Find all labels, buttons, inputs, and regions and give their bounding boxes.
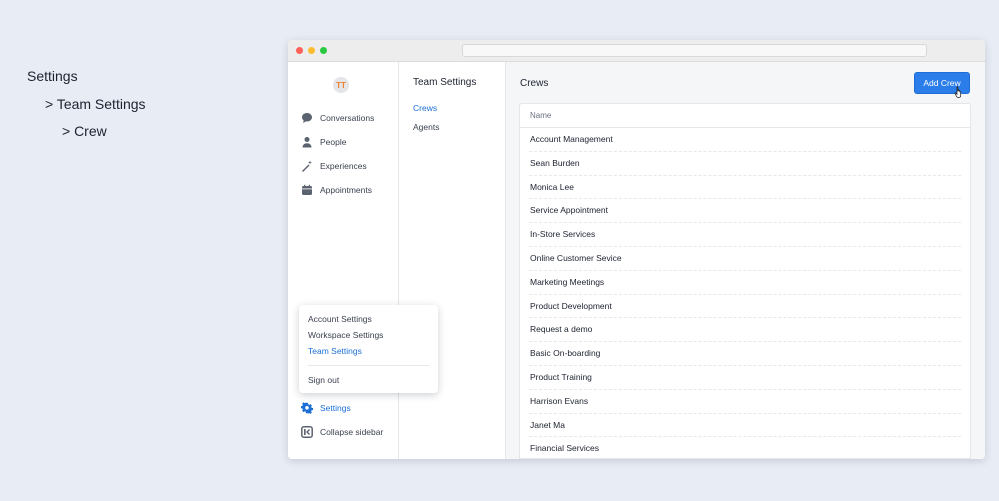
sidebar-item-settings[interactable]: Settings	[301, 402, 351, 414]
menu-item-workspace-settings[interactable]: Workspace Settings	[308, 330, 383, 340]
breadcrumb: Settings > Team Settings > Crew	[27, 67, 146, 150]
crews-table: Name Account Management Sean Burden Monica…	[519, 103, 971, 459]
sidebar-item-label: Conversations	[320, 113, 375, 123]
table-row[interactable]: Sean Burden	[529, 152, 961, 176]
crews-table-body: Account Management Sean Burden Monica Lee S…	[520, 128, 970, 458]
sidebar-item-label: Experiences	[320, 161, 367, 171]
table-row[interactable]: Product Development	[529, 295, 961, 319]
table-row[interactable]: Online Customer Sevice	[529, 247, 961, 271]
sidebar-item-people[interactable]: People	[301, 136, 346, 148]
table-row[interactable]: Janet Ma	[529, 414, 961, 438]
minimize-window-button[interactable]	[308, 47, 315, 54]
close-window-button[interactable]	[296, 47, 303, 54]
collapse-sidebar-button[interactable]: Collapse sidebar	[301, 426, 383, 438]
person-icon	[301, 136, 313, 148]
menu-item-account-settings[interactable]: Account Settings	[308, 314, 372, 324]
team-settings-nav: Team Settings Crews Agents	[399, 62, 506, 459]
sidebar-item-label: Appointments	[320, 185, 372, 195]
sidebar-item-label: Collapse sidebar	[320, 427, 384, 437]
magic-wand-icon	[301, 160, 313, 172]
table-row[interactable]: Harrison Evans	[529, 390, 961, 414]
table-row[interactable]: Basic On-boarding	[529, 342, 961, 366]
table-row[interactable]: Financial Services	[529, 437, 961, 458]
breadcrumb-team-settings: > Team Settings	[45, 95, 146, 112]
breadcrumb-settings: Settings	[27, 68, 78, 84]
table-row[interactable]: Product Training	[529, 366, 961, 390]
table-row[interactable]: In-Store Services	[529, 223, 961, 247]
address-bar[interactable]	[462, 44, 927, 57]
sidebar-item-label: People	[320, 137, 347, 147]
table-row[interactable]: Service Appointment	[529, 199, 961, 224]
table-row[interactable]: Monica Lee	[529, 176, 961, 200]
settings-menu: Account Settings Workspace Settings Team…	[299, 305, 438, 393]
subnav-item-agents[interactable]: Agents	[413, 122, 439, 132]
menu-item-team-settings[interactable]: Team Settings	[308, 346, 362, 356]
menu-divider	[308, 365, 429, 366]
primary-sidebar: TT Conversations People Experiences Appo…	[288, 62, 399, 459]
sidebar-item-label: Settings	[320, 403, 351, 413]
table-row[interactable]: Marketing Meetings	[529, 271, 961, 295]
collapse-sidebar-icon	[301, 426, 313, 438]
app-window: TT Conversations People Experiences Appo…	[288, 40, 985, 459]
sidebar-item-experiences[interactable]: Experiences	[301, 160, 367, 172]
breadcrumb-crew: > Crew	[62, 123, 107, 139]
chat-bubble-icon	[301, 112, 313, 124]
gear-icon	[301, 402, 313, 414]
subnav-title: Team Settings	[413, 77, 477, 88]
table-row[interactable]: Request a demo	[529, 318, 961, 343]
app-logo: TT	[333, 77, 349, 93]
main-panel: Crews Add Crew Name Account Management Se…	[506, 62, 985, 459]
page-title: Crews	[520, 78, 549, 89]
hand-cursor-icon	[954, 86, 962, 98]
sidebar-item-conversations[interactable]: Conversations	[301, 112, 374, 124]
sidebar-item-appointments[interactable]: Appointments	[301, 184, 372, 196]
menu-item-sign-out[interactable]: Sign out	[308, 375, 339, 385]
calendar-icon	[301, 184, 313, 196]
column-header-name[interactable]: Name	[520, 104, 970, 128]
table-row[interactable]: Account Management	[529, 128, 961, 152]
subnav-item-crews[interactable]: Crews	[413, 103, 437, 113]
maximize-window-button[interactable]	[320, 47, 327, 54]
window-titlebar	[288, 40, 985, 62]
